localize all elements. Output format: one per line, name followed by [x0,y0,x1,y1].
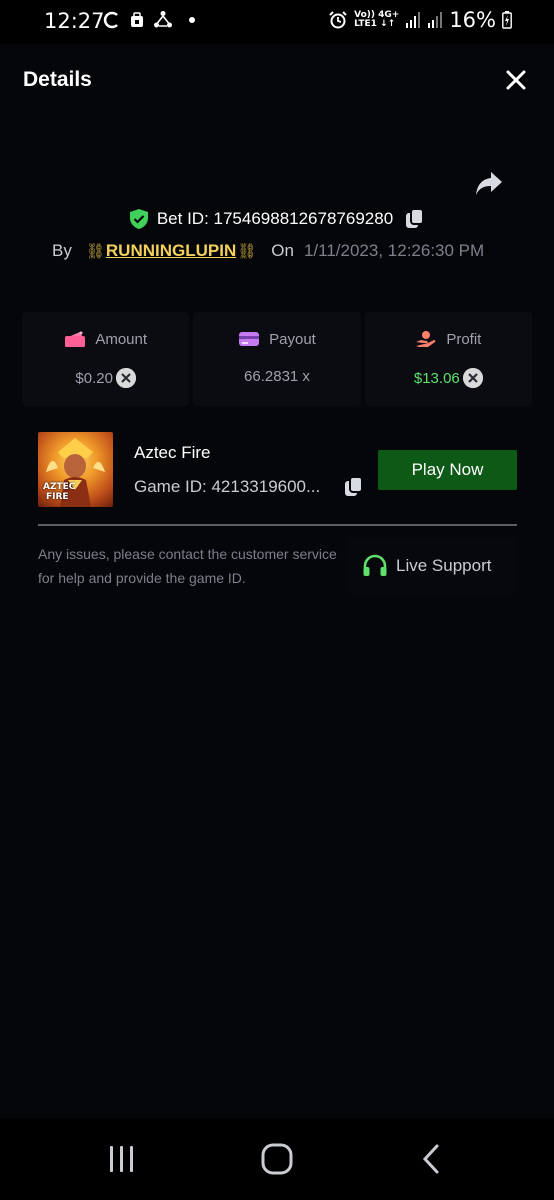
copy-bet-id-button[interactable] [405,208,425,230]
sync-icon [103,11,118,29]
battery-percent: 16% [449,8,496,32]
stat-value-row: $13.06 [365,368,532,388]
copy-icon [345,476,363,496]
bet-meta-row: By ⛓ RUNNINGLUPIN ⛓ On 1/11/2023, 12:26:… [52,241,484,261]
on-label: On [271,241,294,260]
page-title: Details [23,68,92,91]
stat-card-payout: Payout 66.2831 x [193,312,361,406]
stat-value-row: $0.20 [22,368,189,388]
play-now-button[interactable]: Play Now [378,450,517,490]
network-label: Vo)) 4G+ LTE1 ↓↑ [354,11,399,29]
app-root: 12:27 Vo)) 4G+ LTE1 ↓↑ 16% Details Bet I… [0,0,554,1200]
details-header: Details [0,44,554,116]
headset-icon [363,554,387,576]
hand-coin-icon [416,331,436,347]
verified-shield-icon [129,209,148,229]
thumbnail-title-line-2: FIRE [46,492,69,502]
system-nav-bar [0,1118,554,1200]
coin-icon [115,368,136,388]
stat-value-payout: 66.2831 x [244,368,310,385]
stat-head: Payout [193,330,360,348]
back-arrow-icon [422,1144,439,1174]
network-bottom-text: LTE1 ↓↑ [354,19,396,29]
wallet-icon [65,331,86,347]
bet-date: 1/11/2023, 12:26:30 PM [303,241,485,260]
divider [38,524,517,526]
bag-icon [131,12,143,27]
recent-apps-button[interactable] [102,1142,142,1178]
thumbnail-title-line-1: AZTEC [43,482,76,492]
alarm-icon [329,11,347,29]
share-network-icon [154,11,172,28]
stat-head: Profit [365,330,532,348]
game-id: Game ID: 4213319600... [134,477,321,496]
status-time: 12:27 [44,9,105,33]
stat-value-profit: $13.06 [413,369,460,387]
stat-value-amount: $0.20 [75,369,113,387]
stat-card-profit: Profit $13.06 [364,312,532,406]
status-bar: 12:27 Vo)) 4G+ LTE1 ↓↑ 16% [0,0,554,44]
support-message: Any issues, please contact the customer … [38,546,337,586]
game-thumbnail[interactable]: AZTEC FIRE [38,432,113,507]
copy-icon [406,208,425,228]
card-icon [239,332,260,346]
stat-label-amount: Amount [95,330,148,348]
back-button[interactable] [412,1142,452,1178]
stats-row: Amount $0.20 Payout 66.2831 x Profit $13… [22,312,532,406]
by-label: By [52,241,72,260]
username-link[interactable]: RUNNINGLUPIN [106,241,236,261]
notification-dot-icon [189,17,195,23]
coin-icon [462,368,483,388]
thumbnail-title: AZTEC FIRE [43,482,75,502]
share-arrow-icon [476,172,502,195]
stat-card-amount: Amount $0.20 [22,312,190,406]
recent-apps-icon [110,1146,133,1172]
signal-icon-1 [406,12,421,28]
stat-label-profit: Profit [446,330,482,348]
close-icon [506,70,526,90]
status-left-icons [103,10,197,30]
stat-label-payout: Payout [269,330,316,348]
chain-icon: ⛓ [85,243,105,260]
copy-game-id-button[interactable] [344,476,364,498]
bet-id: Bet ID: 1754698812678769280 [156,209,394,228]
game-name: Aztec Fire [134,443,211,462]
status-right: Vo)) 4G+ LTE1 ↓↑ 16% [328,8,512,32]
battery-icon [502,11,512,29]
live-support-button[interactable]: Live Support [348,538,516,594]
signal-icon-2 [428,12,443,28]
share-button[interactable] [474,170,504,198]
live-support-label: Live Support [396,556,492,575]
home-button[interactable] [257,1142,297,1178]
chain-icon: ⛓ [237,243,257,260]
home-icon [261,1143,293,1175]
bet-id-row: Bet ID: 1754698812678769280 [0,208,554,230]
stat-value-row: 66.2831 x [193,368,360,385]
close-button[interactable] [504,68,528,92]
stat-head: Amount [22,330,189,348]
